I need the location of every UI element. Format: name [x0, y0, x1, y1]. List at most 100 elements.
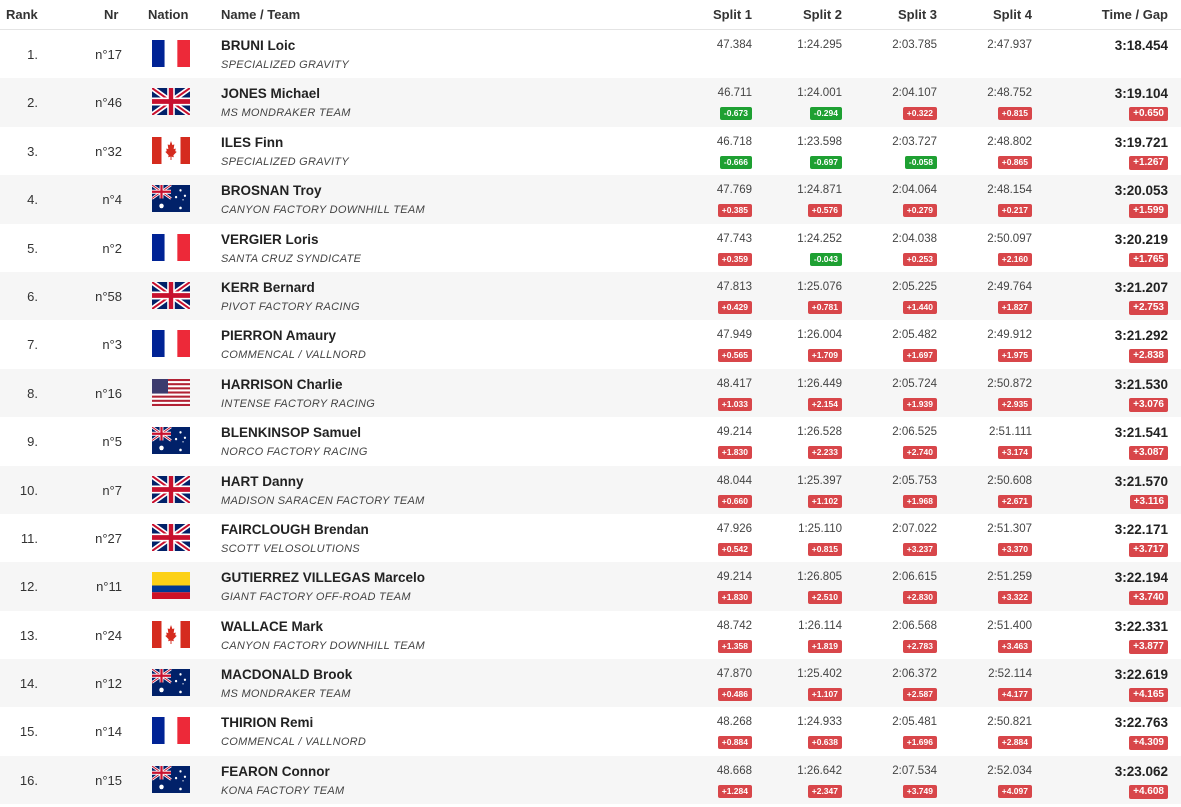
- rider-name[interactable]: ILES Finn: [221, 135, 283, 150]
- rank: 13.: [19, 627, 38, 643]
- rider-name[interactable]: VERGIER Loris: [221, 232, 319, 247]
- table-row[interactable]: 4. n°4 BROSNAN Troy CANYON FACTORY DOWNH…: [0, 175, 1181, 224]
- table-row[interactable]: 6. n°58 KERR Bernard PIVOT FACTORY RACIN…: [0, 271, 1181, 321]
- total-gap-badge: +3.087: [1129, 446, 1168, 461]
- table-row[interactable]: 1. n°17 BRUNI Loic SPECIALIZED GRAVITY 4…: [0, 30, 1181, 79]
- s2-time: 1:26.805: [797, 571, 842, 584]
- table-row[interactable]: 14. n°12 MACDONALD Brook MS MONDRAKER TE…: [0, 659, 1181, 708]
- rider-name[interactable]: FAIRCLOUGH Brendan: [221, 522, 369, 537]
- results-table: Rank Nr Nation Name / Team Split 1 Split…: [0, 0, 1181, 805]
- flag-co-icon: [152, 572, 190, 600]
- total-time: 3:23.062: [1114, 763, 1168, 779]
- s2-gap-badge: +0.781: [807, 300, 842, 314]
- s2-time: 1:24.871: [797, 184, 842, 197]
- s3-time: 2:06.615: [892, 571, 937, 584]
- s3-gap-badge: +0.253: [902, 252, 937, 266]
- total-gap-badge: +4.309: [1129, 736, 1168, 751]
- header-name-team[interactable]: Name / Team: [221, 7, 300, 22]
- table-row[interactable]: 10. n°7 HART Danny MADISON SARACEN FACTO…: [0, 465, 1181, 514]
- rider-name[interactable]: WALLACE Mark: [221, 619, 323, 634]
- total-gap-badge: +2.753: [1129, 300, 1168, 315]
- rider-name[interactable]: KERR Bernard: [221, 280, 315, 295]
- table-row[interactable]: 13. n°24 WALLACE Mark CANYON FACTORY DOW…: [0, 610, 1181, 660]
- s2-gap-badge: +2.154: [807, 397, 842, 411]
- rider-name[interactable]: HARRISON Charlie: [221, 377, 343, 392]
- s4-gap-badge: +4.177: [997, 688, 1032, 702]
- bib-number: n°58: [95, 288, 122, 304]
- rider-name[interactable]: MACDONALD Brook: [221, 667, 352, 682]
- table-row[interactable]: 11. n°27 FAIRCLOUGH Brendan SCOTT VELOSO…: [0, 513, 1181, 563]
- s4-time: 2:52.034: [987, 764, 1032, 777]
- table-row[interactable]: 16. n°15 FEARON Connor KONA FACTORY TEAM…: [0, 755, 1181, 805]
- s3-time: 2:05.753: [892, 474, 937, 487]
- rider-name[interactable]: THIRION Remi: [221, 715, 313, 730]
- table-row[interactable]: 15. n°14 THIRION Remi COMMENCAL / VALLNO…: [0, 707, 1181, 756]
- total-time: 3:22.331: [1114, 618, 1168, 634]
- s4-time: 2:47.937: [987, 39, 1032, 51]
- header-split3[interactable]: Split 3: [837, 7, 937, 22]
- s3-time: 2:04.064: [892, 184, 937, 197]
- bib-number: n°15: [95, 772, 122, 788]
- table-row[interactable]: 12. n°11 GUTIERREZ VILLEGAS Marcelo GIAN…: [0, 562, 1181, 611]
- s3-time: 2:03.727: [892, 135, 937, 148]
- table-row[interactable]: 5. n°2 VERGIER Loris SANTA CRUZ SYNDICAT…: [0, 223, 1181, 272]
- s1-time: 47.870: [716, 668, 752, 681]
- table-row[interactable]: 2. n°46 JONES Michael MS MONDRAKER TEAM …: [0, 78, 1181, 127]
- s1-time: 47.926: [716, 522, 752, 535]
- table-body: 1. n°17 BRUNI Loic SPECIALIZED GRAVITY 4…: [0, 30, 1181, 805]
- total-time: 3:21.292: [1114, 328, 1168, 344]
- s2-time: 1:24.295: [797, 39, 842, 51]
- bib-number: n°14: [95, 724, 122, 740]
- s4-gap-badge: +2.160: [997, 252, 1032, 266]
- total-gap-badge: +1.765: [1129, 252, 1168, 267]
- bib-number: n°11: [96, 579, 122, 595]
- s1-time: 48.417: [716, 377, 752, 390]
- s2-time: 1:23.598: [797, 135, 842, 148]
- table-row[interactable]: 7. n°3 PIERRON Amaury COMMENCAL / VALLNO…: [0, 320, 1181, 369]
- rider-name[interactable]: BLENKINSOP Samuel: [221, 425, 361, 440]
- s4-time: 2:52.114: [988, 668, 1032, 681]
- header-nation[interactable]: Nation: [148, 7, 188, 22]
- s1-time: 49.214: [716, 426, 752, 439]
- s3-time: 2:05.724: [892, 377, 937, 390]
- rider-name[interactable]: BRUNI Loic: [221, 38, 295, 53]
- team-name: SPECIALIZED GRAVITY: [221, 155, 349, 168]
- rider-name[interactable]: BROSNAN Troy: [221, 183, 322, 198]
- table-row[interactable]: 3. n°32 ILES Finn SPECIALIZED GRAVITY 46…: [0, 126, 1181, 176]
- bib-number: n°17: [95, 47, 122, 62]
- rider-name[interactable]: JONES Michael: [221, 86, 320, 101]
- flag-gb-icon: [152, 281, 190, 309]
- s1-gap-badge: +0.486: [717, 688, 752, 702]
- s1-gap-badge: +0.565: [717, 349, 752, 363]
- flag-gb-icon: [152, 523, 190, 551]
- s1-time: 47.949: [716, 329, 752, 342]
- rider-name[interactable]: PIERRON Amaury: [221, 328, 336, 343]
- s3-gap-badge: +3.749: [902, 784, 937, 798]
- s1-time: 46.718: [716, 135, 752, 148]
- table-row[interactable]: 8. n°16 HARRISON Charlie INTENSE FACTORY…: [0, 368, 1181, 418]
- header-rank[interactable]: Rank: [6, 7, 38, 22]
- s2-gap-badge: -0.043: [809, 252, 842, 266]
- s2-gap-badge: +1.709: [807, 349, 842, 363]
- rider-name[interactable]: HART Danny: [221, 474, 304, 489]
- s1-time: 48.268: [716, 716, 752, 729]
- flag-ca-icon: [152, 136, 190, 164]
- header-time-gap[interactable]: Time / Gap: [1068, 7, 1168, 22]
- rank: 7.: [27, 337, 38, 353]
- flag-fr-icon: [152, 717, 190, 745]
- s2-gap-badge: +0.815: [807, 542, 842, 556]
- s2-time: 1:26.642: [797, 764, 842, 777]
- flag-gb-icon: [152, 475, 190, 503]
- header-nr[interactable]: Nr: [104, 7, 118, 22]
- header-split4[interactable]: Split 4: [932, 7, 1032, 22]
- bib-number: n°46: [95, 95, 122, 111]
- header-split1[interactable]: Split 1: [652, 7, 752, 22]
- s3-time: 2:05.482: [892, 329, 937, 342]
- rider-name[interactable]: GUTIERREZ VILLEGAS Marcelo: [221, 570, 425, 585]
- s3-gap-badge: +1.697: [902, 349, 937, 363]
- rider-name[interactable]: FEARON Connor: [221, 764, 330, 779]
- team-name: CANYON FACTORY DOWNHILL TEAM: [221, 204, 425, 217]
- rank: 1.: [27, 47, 38, 62]
- table-row[interactable]: 9. n°5 BLENKINSOP Samuel NORCO FACTORY R…: [0, 417, 1181, 466]
- header-split2[interactable]: Split 2: [742, 7, 842, 22]
